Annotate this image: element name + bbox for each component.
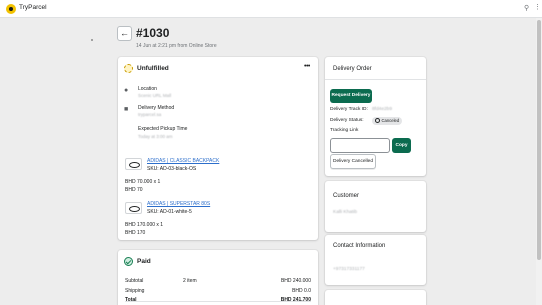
product-line-total: BHD 70	[125, 187, 143, 193]
more-actions-icon[interactable]: •••	[304, 63, 310, 70]
scrollbar-thumb[interactable]	[537, 20, 541, 260]
subtotal-value: BHD 240.000	[280, 278, 311, 284]
copy-button[interactable]: Copy	[392, 138, 411, 153]
shipping-value: BHD 0.0	[292, 288, 311, 294]
additional-card	[325, 290, 426, 305]
customer-card: Customer Kalli Khatib	[325, 181, 426, 232]
app-name: TryParcel	[19, 4, 47, 11]
delivery-method-value: tryparcel.sa	[138, 112, 162, 117]
delivery-cancelled-button[interactable]: Delivery Cancelled	[330, 154, 376, 169]
location-pin-icon: ●	[124, 87, 129, 94]
paid-check-icon	[124, 257, 133, 266]
delivery-order-card: Delivery Order Request Delivery Delivery…	[325, 57, 426, 176]
fulfillment-status-title: Unfulfilled	[137, 65, 169, 72]
payment-status-title: Paid	[137, 258, 151, 265]
shipping-label: Shipping	[125, 288, 145, 294]
product-link[interactable]: ADIDAS | CLASSIC BACKPACK	[147, 158, 219, 164]
product-price-qty: BHD 70.000 x 1	[125, 179, 161, 185]
product-price-qty: BHD 170.000 x 1	[125, 222, 164, 228]
more-options-icon[interactable]: ⋮	[534, 3, 541, 11]
pickup-time-label: Expected Pickup Time	[138, 126, 188, 132]
payment-card: Paid Subtotal 2 item BHD 240.000 Shippin…	[118, 250, 318, 305]
decorative-dot	[91, 39, 93, 41]
page-title: #1030	[136, 26, 170, 40]
tracking-link-label: Tracking Link	[330, 128, 359, 133]
back-button[interactable]: ←	[117, 26, 132, 41]
unfulfilled-status-icon	[124, 64, 133, 73]
product-link[interactable]: ADIDAS | SUPERSTAR 80S	[147, 201, 210, 207]
contact-phone: +97317331177	[333, 267, 365, 272]
request-delivery-button[interactable]: Request Delivery	[330, 89, 372, 103]
arrow-left-icon: ←	[120, 28, 129, 38]
status-badge: Canceled	[372, 117, 403, 125]
order-subtitle: 14 Jun at 2:21 pm from Online Store	[136, 43, 217, 49]
tracking-link-input[interactable]	[330, 138, 390, 153]
pin-icon[interactable]: ⚲	[524, 4, 529, 12]
pickup-time-value: Today at 3:00 am	[138, 134, 173, 139]
truck-icon: ■	[124, 106, 129, 113]
delivery-status-label: Delivery Status:	[330, 118, 364, 123]
product-line-total: BHD 170	[125, 230, 146, 236]
product-thumbnail	[125, 202, 142, 214]
location-label: Location	[138, 86, 157, 92]
total-label: Total	[125, 297, 137, 303]
divider	[325, 79, 426, 80]
contact-information-card: Contact Information +97317331177	[325, 235, 426, 285]
product-thumbnail	[125, 158, 142, 170]
fulfillment-card: Unfulfilled ••• ● Location Scenic URL Ma…	[118, 57, 318, 240]
subtotal-item-count: 2 item	[183, 278, 197, 284]
product-sku: SKU: AD-03-black-OS	[147, 166, 197, 172]
contact-information-title: Contact Information	[333, 243, 386, 249]
track-id-value: 8fd4e2b9	[372, 107, 393, 112]
delivery-method-label: Delivery Method	[138, 105, 175, 111]
customer-title: Customer	[333, 193, 360, 199]
track-id-label: Delivery Track ID:	[330, 107, 368, 112]
delivery-order-title: Delivery Order	[333, 66, 372, 72]
app-top-bar: TryParcel ⚲ ⋮	[0, 0, 542, 18]
location-value: Scenic URL Mall	[138, 93, 172, 98]
total-value: BHD 241.700	[280, 297, 311, 303]
subtotal-label: Subtotal	[125, 278, 144, 284]
customer-name[interactable]: Kalli Khatib	[333, 210, 357, 215]
app-logo	[6, 4, 16, 14]
product-sku: SKU: AD-01-white-5	[147, 209, 192, 215]
